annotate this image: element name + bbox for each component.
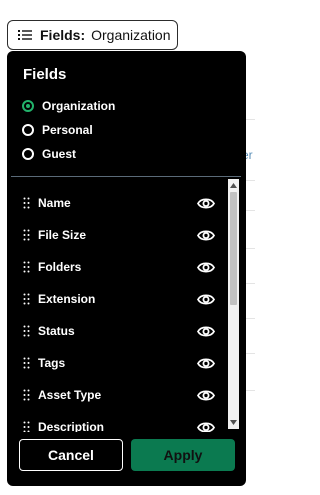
fields-button-label: Fields: (40, 27, 86, 43)
fields-dropdown-panel: Fields Organization Personal Guest Name … (7, 51, 246, 486)
field-label: Asset Type (38, 388, 102, 402)
drag-handle-icon[interactable] (23, 325, 30, 337)
field-label: Extension (38, 292, 96, 306)
radio-unselected-icon (22, 124, 34, 136)
drag-handle-icon[interactable] (23, 293, 30, 305)
panel-divider (11, 176, 241, 177)
eye-icon[interactable] (197, 421, 215, 433)
fields-dropdown-button[interactable]: Fields: Organization (7, 20, 178, 50)
field-list: Name File Size Folders Extension Status … (7, 183, 229, 432)
field-row-file-size[interactable]: File Size (7, 219, 229, 251)
field-row-name[interactable]: Name (7, 187, 229, 219)
drag-handle-icon[interactable] (23, 421, 30, 432)
scroll-down-arrow-icon[interactable] (228, 417, 239, 428)
drag-handle-icon[interactable] (23, 197, 30, 209)
radio-unselected-icon (22, 148, 34, 160)
eye-icon[interactable] (197, 325, 215, 338)
eye-icon[interactable] (197, 389, 215, 402)
field-label: Name (38, 196, 71, 210)
apply-button[interactable]: Apply (131, 439, 235, 471)
eye-icon[interactable] (197, 229, 215, 242)
drag-handle-icon[interactable] (23, 261, 30, 273)
field-list-scrollbar[interactable] (228, 179, 239, 429)
radio-organization[interactable]: Organization (22, 99, 115, 113)
radio-label: Organization (42, 99, 116, 113)
radio-label: Guest (42, 147, 77, 161)
field-row-status[interactable]: Status (7, 315, 229, 347)
eye-icon[interactable] (197, 261, 215, 274)
field-label: Tags (38, 356, 66, 370)
field-row-folders[interactable]: Folders (7, 251, 229, 283)
field-row-asset-type[interactable]: Asset Type (7, 379, 229, 411)
eye-icon[interactable] (197, 197, 215, 210)
radio-guest[interactable]: Guest (22, 147, 76, 161)
field-label: File Size (38, 228, 87, 242)
drag-handle-icon[interactable] (23, 229, 30, 241)
field-row-description[interactable]: Description (7, 411, 229, 432)
eye-icon[interactable] (197, 293, 215, 306)
eye-icon[interactable] (197, 357, 215, 370)
drag-handle-icon[interactable] (23, 389, 30, 401)
field-label: Status (38, 324, 75, 338)
scroll-up-arrow-icon[interactable] (228, 180, 239, 191)
field-row-tags[interactable]: Tags (7, 347, 229, 379)
scroll-thumb[interactable] (230, 192, 237, 305)
fields-button-value: Organization (91, 27, 171, 43)
panel-title: Fields (23, 66, 67, 83)
cancel-button[interactable]: Cancel (19, 439, 123, 471)
list-icon (18, 30, 32, 40)
radio-personal[interactable]: Personal (22, 123, 93, 137)
field-label: Description (38, 420, 105, 432)
radio-label: Personal (42, 123, 93, 137)
field-label: Folders (38, 260, 82, 274)
radio-selected-icon (22, 100, 34, 112)
drag-handle-icon[interactable] (23, 357, 30, 369)
field-row-extension[interactable]: Extension (7, 283, 229, 315)
